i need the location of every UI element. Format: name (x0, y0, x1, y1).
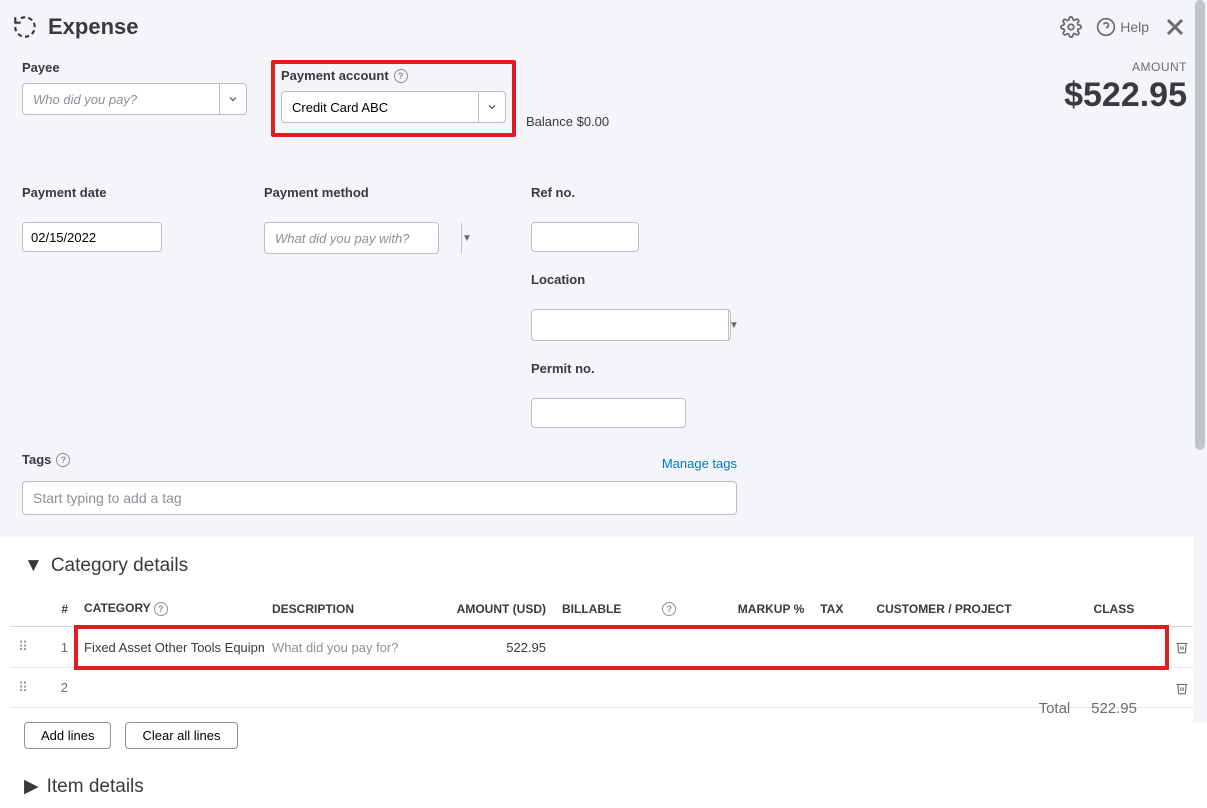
payment-method-input[interactable] (265, 223, 461, 253)
help-button[interactable]: Help (1096, 17, 1149, 37)
help-icon[interactable]: ? (154, 602, 168, 616)
item-details-toggle[interactable]: ▶ Item details (24, 775, 1197, 798)
amount-value: $522.95 (1064, 76, 1187, 115)
add-lines-button[interactable]: Add lines (24, 722, 111, 749)
help-icon[interactable]: ? (56, 453, 70, 467)
location-input[interactable] (532, 310, 728, 340)
triangle-right-icon: ▶ (24, 775, 39, 798)
drag-handle-icon[interactable]: ⠿ (10, 668, 36, 708)
tags-input[interactable] (22, 481, 737, 515)
category-table: # CATEGORY ? DESCRIPTION AMOUNT (USD) BI… (10, 591, 1197, 708)
chevron-down-icon[interactable] (219, 84, 246, 114)
payment-account-select[interactable] (281, 91, 506, 123)
scrollbar-thumb[interactable] (1195, 0, 1205, 450)
caret-down-icon[interactable]: ▼ (728, 310, 739, 340)
scrollbar[interactable] (1193, 0, 1207, 723)
manage-tags-link[interactable]: Manage tags (662, 456, 737, 471)
chevron-down-icon[interactable] (478, 92, 505, 122)
payment-method-label: Payment method (264, 185, 439, 200)
ref-no-input[interactable] (531, 222, 639, 252)
table-row[interactable]: ⠿ 1 Fixed Asset Other Tools Equipme What… (10, 627, 1197, 668)
caret-down-icon[interactable]: ▼ (461, 223, 472, 253)
ref-no-label: Ref no. (531, 185, 731, 200)
tags-label: Tags ? (22, 452, 70, 467)
permit-no-input[interactable] (531, 398, 686, 428)
payment-account-input[interactable] (282, 92, 478, 122)
drag-handle-icon[interactable]: ⠿ (10, 627, 36, 668)
gear-icon[interactable] (1060, 16, 1082, 38)
clear-lines-button[interactable]: Clear all lines (125, 722, 237, 749)
payment-account-label: Payment account ? (281, 68, 506, 83)
payment-method-select[interactable]: ▼ (264, 222, 439, 254)
close-icon[interactable] (1163, 15, 1187, 39)
help-icon[interactable]: ? (394, 69, 408, 83)
payee-label: Payee (22, 60, 247, 75)
page-title: Expense (48, 14, 1060, 40)
payment-date-label: Payment date (22, 185, 162, 200)
balance-display: Balance $0.00 (526, 114, 609, 129)
payment-account-highlight: Payment account ? (271, 60, 516, 137)
expense-return-icon (12, 14, 38, 40)
payee-select[interactable] (22, 83, 247, 115)
permit-no-label: Permit no. (531, 361, 731, 376)
category-details-toggle[interactable]: ▼ Category details (24, 555, 1197, 577)
location-label: Location (531, 272, 731, 287)
table-row[interactable]: ⠿ 2 (10, 668, 1197, 708)
payment-date-input[interactable] (22, 222, 162, 252)
total-display: Total 522.95 (1039, 700, 1167, 717)
location-select[interactable]: ▼ (531, 309, 731, 341)
triangle-down-icon: ▼ (24, 555, 43, 577)
amount-label: AMOUNT (1064, 60, 1187, 74)
payee-input[interactable] (23, 84, 219, 114)
help-icon[interactable]: ? (662, 602, 676, 616)
